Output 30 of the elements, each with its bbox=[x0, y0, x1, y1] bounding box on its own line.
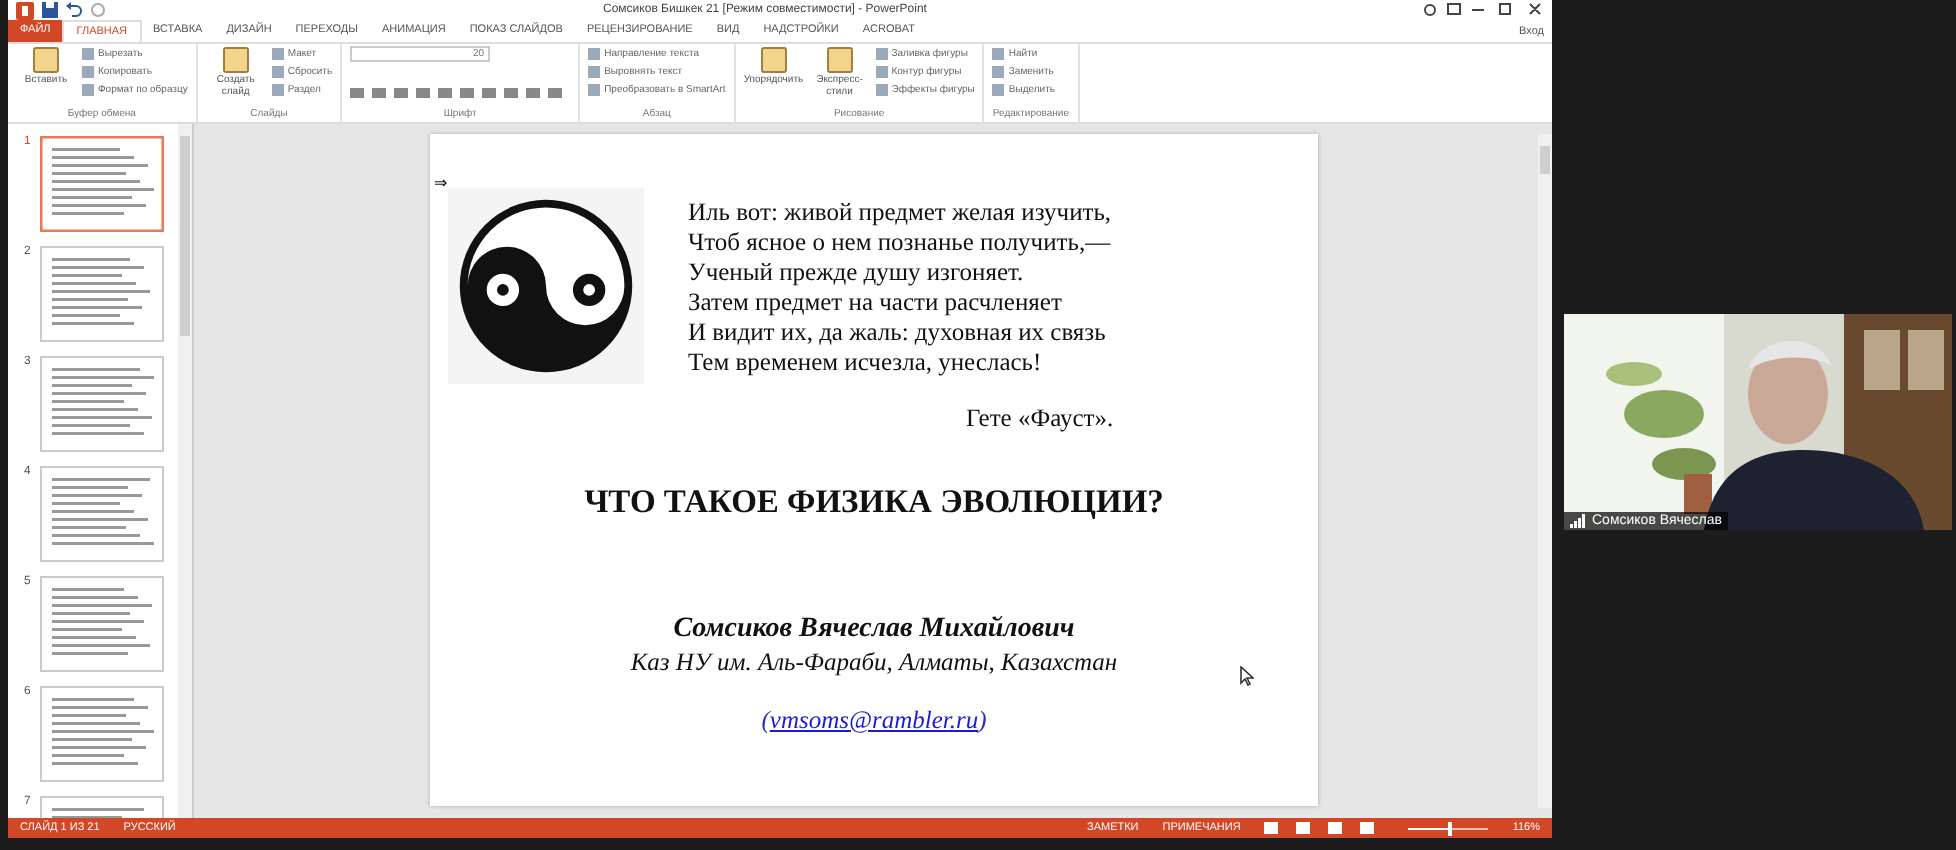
slide-thumbnail[interactable] bbox=[40, 246, 164, 342]
poem-line: Тем временем исчезла, унеслась! bbox=[688, 348, 1044, 378]
command-icon bbox=[759, 46, 788, 74]
poem-line: Затем предмет на части расчленяет bbox=[688, 288, 1064, 318]
command-icon bbox=[32, 46, 60, 74]
scrollbar[interactable] bbox=[178, 124, 192, 818]
signal-icon bbox=[1570, 514, 1586, 528]
undo-icon[interactable] bbox=[66, 2, 82, 18]
slide-thumbnail[interactable] bbox=[40, 136, 164, 232]
arrow-marker: ⇒ bbox=[434, 174, 448, 192]
slide-thumbnail[interactable] bbox=[40, 466, 164, 562]
save-icon[interactable] bbox=[42, 2, 58, 18]
slide-thumbnail[interactable] bbox=[40, 356, 164, 452]
poem-line: Чтоб ясное о нем познанье получить,— bbox=[688, 228, 1112, 258]
command-icon bbox=[221, 46, 250, 74]
attribution: Гете «Фауст». bbox=[966, 404, 1114, 432]
poem-line: И видит их, да жаль: духовная их связь bbox=[688, 318, 1108, 348]
email-line: (vmsoms@rambler.ru) bbox=[761, 706, 987, 736]
poem-line: Иль вот: живой предмет желая изучить, bbox=[688, 198, 1112, 228]
affiliation: Каз НУ им. Аль-Фараби, Алматы, Казахстан bbox=[630, 648, 1118, 678]
slide-thumbnail[interactable] bbox=[40, 686, 164, 782]
poem-line: Ученый прежде душу изгоняет. bbox=[688, 258, 1026, 288]
window-controls-icon[interactable] bbox=[1424, 2, 1544, 18]
slide-thumbnail[interactable] bbox=[40, 576, 164, 672]
slide-title: ЧТО ТАКОЕ ФИЗИКА ЭВОЛЮЦИИ? bbox=[584, 482, 1164, 522]
author-name: Сомсиков Вячеслав Михайлович bbox=[673, 614, 1075, 646]
scrollbar[interactable] bbox=[1538, 134, 1552, 808]
mouse-cursor-icon bbox=[1240, 666, 1254, 686]
email-link[interactable]: vmsoms@rambler.ru bbox=[769, 706, 979, 734]
command-icon bbox=[825, 46, 854, 74]
